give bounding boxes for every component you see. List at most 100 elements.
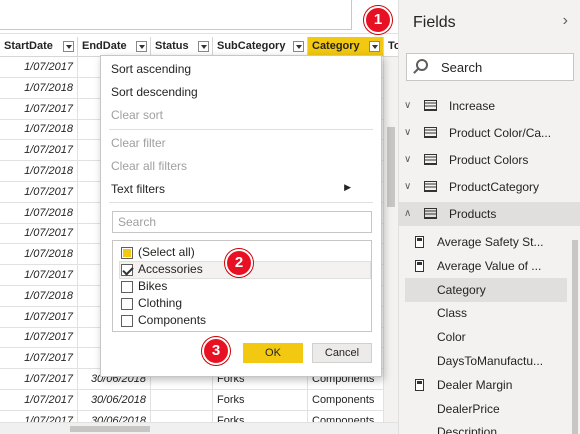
field-item-8[interactable]: Description: [405, 420, 567, 434]
calculator-icon: [415, 259, 424, 272]
column-header-subcategory[interactable]: SubCategory: [213, 37, 308, 57]
table-cell[interactable]: 1/07/2017: [0, 327, 78, 349]
field-item-1[interactable]: Average Value of ...: [405, 254, 567, 278]
clear-filter-item[interactable]: Clear filter: [111, 136, 166, 150]
chevron-up-icon[interactable]: ∧: [404, 202, 411, 226]
table-cell[interactable]: Components: [308, 389, 384, 411]
scrollbar-thumb[interactable]: [387, 127, 395, 207]
column-header-startdate[interactable]: StartDate: [0, 37, 78, 57]
formula-bar[interactable]: [0, 0, 352, 30]
chevron-down-icon[interactable]: ∨: [404, 121, 411, 145]
filter-dropdown-icon[interactable]: [136, 41, 147, 52]
sort-ascending-item[interactable]: Sort ascending: [111, 62, 191, 76]
checkbox-partial-icon[interactable]: [121, 247, 133, 259]
filter-dropdown-icon[interactable]: [293, 41, 304, 52]
clear-sort-item[interactable]: Clear sort: [111, 108, 163, 122]
filter-dropdown-icon[interactable]: [369, 41, 380, 52]
table-cell[interactable]: 1/07/2017: [0, 223, 78, 245]
chevron-down-icon[interactable]: ∨: [404, 94, 411, 118]
filter-search-input[interactable]: Search: [112, 211, 372, 233]
filter-dropdown-menu: Sort ascending Sort descending Clear sor…: [100, 55, 382, 377]
field-table-label: Products: [449, 207, 497, 221]
table-cell[interactable]: 1/07/2018: [0, 161, 78, 182]
filter-value-clothing[interactable]: Clothing: [120, 296, 370, 312]
filter-value-components[interactable]: Components: [120, 313, 370, 329]
checkbox-icon[interactable]: [121, 315, 133, 327]
column-header-total[interactable]: To: [384, 37, 398, 57]
table-cell[interactable]: 1/07/2018: [0, 244, 78, 266]
field-table-4[interactable]: ∧ Products: [399, 202, 580, 226]
table-cell[interactable]: 1/07/2017: [0, 57, 78, 78]
fields-search-label: Search: [441, 60, 483, 75]
table-cell[interactable]: 1/07/2017: [0, 348, 78, 370]
text-filters-label: Text filters: [111, 182, 166, 196]
vertical-scrollbar[interactable]: [384, 57, 398, 422]
filter-value-label: Accessories: [138, 262, 203, 276]
checkbox-icon[interactable]: [121, 298, 133, 310]
table-icon: [424, 100, 437, 111]
field-table-2[interactable]: ∨ Product Colors: [399, 148, 580, 172]
horizontal-scrollbar[interactable]: [0, 422, 398, 434]
filter-dropdown-icon[interactable]: [198, 41, 209, 52]
table-cell[interactable]: 1/07/2017: [0, 306, 78, 328]
chevron-right-icon[interactable]: ›: [563, 12, 568, 30]
scrollbar-thumb[interactable]: [70, 426, 150, 432]
table-cell[interactable]: Forks: [213, 389, 308, 411]
table-cell[interactable]: 1/07/2017: [0, 140, 78, 162]
column-header-label: Status: [155, 40, 189, 52]
field-item-4[interactable]: Color: [405, 325, 567, 349]
ok-button[interactable]: OK: [243, 343, 303, 363]
menu-divider: [109, 202, 373, 203]
chevron-down-icon[interactable]: ∨: [404, 175, 411, 199]
table-cell[interactable]: 30/06/2018: [78, 389, 151, 411]
sort-descending-item[interactable]: Sort descending: [111, 85, 198, 99]
table-row: 1/07/2017 30/06/2018 Forks Components: [0, 389, 398, 411]
checkbox-checked-icon[interactable]: [121, 264, 133, 276]
table-icon: [424, 154, 437, 165]
table-cell[interactable]: 1/07/2017: [0, 98, 78, 120]
filter-value-label: Clothing: [138, 296, 183, 310]
filter-value-bikes[interactable]: Bikes: [120, 279, 370, 295]
filter-value-label: (Select all): [138, 245, 195, 259]
table-icon: [424, 127, 437, 138]
text-filters-item[interactable]: Text filters ▶: [111, 182, 373, 196]
table-cell[interactable]: 1/07/2018: [0, 119, 78, 141]
column-header-status[interactable]: Status: [151, 37, 213, 57]
search-icon: [416, 59, 428, 71]
table-cell[interactable]: [151, 389, 213, 411]
fields-search-input[interactable]: Search: [406, 53, 574, 81]
field-item-0[interactable]: Average Safety St...: [405, 230, 567, 254]
field-item-2[interactable]: Category: [405, 277, 567, 302]
table-cell[interactable]: 1/07/2017: [0, 389, 78, 411]
fields-scrollbar[interactable]: [572, 240, 578, 434]
table-cell[interactable]: 1/07/2017: [0, 369, 78, 390]
column-header-label: EndDate: [82, 40, 127, 52]
table-cell[interactable]: 1/07/2018: [0, 285, 78, 307]
table-cell[interactable]: 1/07/2018: [0, 202, 78, 224]
field-item-7[interactable]: DealerPrice: [405, 397, 567, 421]
table-cell[interactable]: 1/07/2017: [0, 181, 78, 203]
table-cell[interactable]: 1/07/2018: [0, 77, 78, 99]
table-cell[interactable]: 1/07/2017: [0, 265, 78, 286]
field-item-label: Dealer Margin: [437, 377, 513, 392]
clear-all-filters-item[interactable]: Clear all filters: [111, 159, 187, 173]
field-table-1[interactable]: ∨ Product Color/Ca...: [399, 121, 580, 145]
column-header-category[interactable]: Category: [308, 37, 384, 57]
column-header-enddate[interactable]: EndDate: [78, 37, 151, 57]
field-table-3[interactable]: ∨ ProductCategory: [399, 175, 580, 199]
table-icon: [424, 208, 437, 219]
field-table-label: Product Colors: [449, 153, 529, 167]
field-item-5[interactable]: DaysToManufactu...: [405, 349, 567, 373]
field-item-6[interactable]: Dealer Margin: [405, 373, 567, 397]
step-marker-1: 1: [364, 6, 392, 34]
fields-pane-title: Fields: [413, 14, 456, 31]
calculator-icon: [415, 236, 424, 248]
field-table-0[interactable]: ∨ Increase: [399, 94, 580, 118]
step-marker-2: 2: [225, 249, 253, 277]
checkbox-icon[interactable]: [121, 281, 133, 293]
chevron-down-icon[interactable]: ∨: [404, 148, 411, 172]
filter-dropdown-icon[interactable]: [63, 41, 74, 52]
cancel-button[interactable]: Cancel: [312, 343, 372, 363]
field-item-3[interactable]: Class: [405, 301, 567, 325]
field-item-label: Category: [437, 282, 486, 297]
